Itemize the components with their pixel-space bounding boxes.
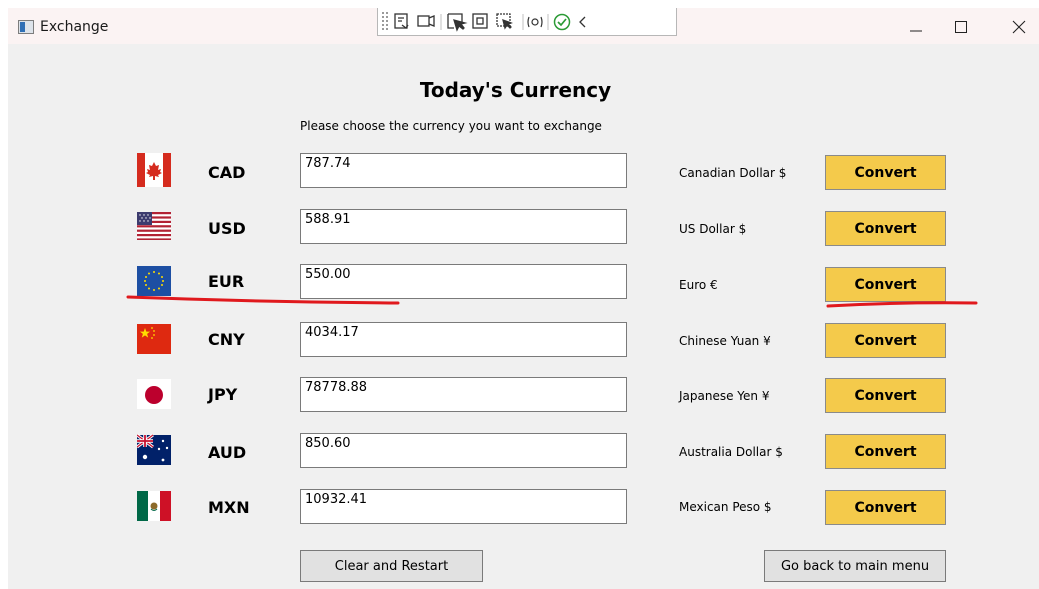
app-icon [18,20,34,34]
mexico-flag-icon [137,491,171,521]
checkmark-icon[interactable] [553,13,571,31]
amount-field-eur[interactable]: 550.00 [300,264,627,299]
convert-button-cny[interactable]: Convert [825,323,946,358]
binding-failures-icon[interactable] [527,16,543,28]
eu-flag-icon [137,266,171,296]
debug-toolbar [377,8,677,36]
live-visual-tree-icon[interactable] [394,13,409,29]
australia-flag-icon [137,433,171,465]
minimize-icon [910,30,922,32]
close-button[interactable] [996,10,1039,44]
track-focus-icon[interactable] [496,13,513,30]
currency-name-aud: Australia Dollar $ [679,445,783,459]
record-icon[interactable] [417,15,435,27]
collapse-chevron-icon[interactable] [579,16,586,28]
convert-button-usd[interactable]: Convert [825,211,946,246]
page-title: Today's Currency [419,78,612,102]
currency-code-jpy: JPY [208,385,238,404]
currency-code-cad: CAD [208,163,246,182]
close-icon [1012,20,1026,34]
currency-name-jpy: Japanese Yen ¥ [679,389,770,403]
window-title: Exchange [40,19,109,35]
canada-flag-icon [137,153,171,187]
convert-button-jpy[interactable]: Convert [825,378,946,413]
maximize-button[interactable] [938,10,984,44]
back-to-main-menu-button[interactable]: Go back to main menu [764,550,946,582]
amount-field-usd[interactable]: 588.91 [300,209,627,244]
usa-flag-icon [137,212,171,240]
currency-name-cny: Chinese Yuan ¥ [679,334,771,348]
currency-name-eur: Euro € [679,278,718,292]
currency-name-mxn: Mexican Peso $ [679,500,772,514]
convert-button-mxn[interactable]: Convert [825,490,946,525]
currency-code-eur: EUR [208,272,245,291]
convert-button-cad[interactable]: Convert [825,155,946,190]
maximize-icon [955,21,967,33]
minimize-button[interactable] [893,10,939,44]
currency-code-mxn: MXN [208,498,250,517]
currency-code-usd: USD [208,219,246,238]
amount-field-cny[interactable]: 4034.17 [300,322,627,357]
amount-field-mxn[interactable]: 10932.41 [300,489,627,524]
currency-name-usd: US Dollar $ [679,222,747,236]
currency-code-cny: CNY [208,330,245,349]
convert-button-aud[interactable]: Convert [825,434,946,469]
clear-restart-button[interactable]: Clear and Restart [300,550,483,582]
china-flag-icon [137,324,171,354]
currency-name-cad: Canadian Dollar $ [679,166,787,180]
amount-field-aud[interactable]: 850.60 [300,433,627,468]
display-layout-adorners-icon[interactable] [472,13,488,29]
amount-field-cad[interactable]: 787.74 [300,153,627,188]
japan-flag-icon [137,379,171,409]
amount-field-jpy[interactable]: 78778.88 [300,377,627,412]
select-element-icon[interactable] [447,13,468,32]
currency-code-aud: AUD [208,443,247,462]
convert-button-eur[interactable]: Convert [825,267,946,302]
instruction-text: Please choose the currency you want to e… [300,119,602,133]
toolbar-grip-icon[interactable] [382,12,388,30]
